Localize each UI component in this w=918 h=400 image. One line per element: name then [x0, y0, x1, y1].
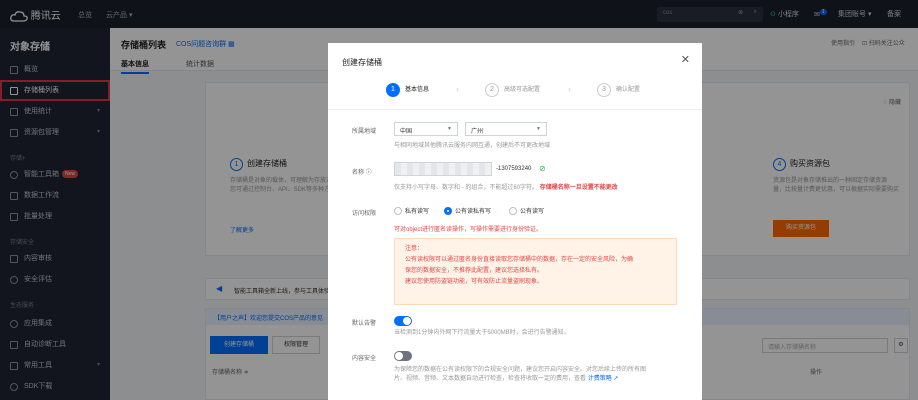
region-hint: 与相同地域其他腾讯云服务内网互通，创建后不可更改地域 [394, 143, 551, 149]
radio-public-read[interactable]: 公有读私有写 [444, 206, 491, 216]
radio-button [394, 207, 402, 216]
chevron-down-icon: ▼ [536, 126, 541, 132]
check-circle-icon: ⊘ [539, 164, 546, 173]
content-safety-toggle[interactable] [394, 351, 412, 361]
create-bucket-dialog: 创建存储桶 ✕ 1 基本信息 › 2 高级可选配置 › 3 确认配置 所属地域 … [328, 43, 702, 400]
name-label: 名称 ⓘ [352, 170, 372, 176]
pricing-link[interactable]: 计费策略 ↗ [588, 376, 619, 382]
chevron-right-icon: › [568, 84, 571, 94]
region-label: 所属地域 [352, 129, 377, 135]
external-link-icon: ↗ [613, 376, 619, 382]
divider [328, 109, 702, 110]
close-icon[interactable]: ✕ [681, 55, 690, 66]
bucket-name-input[interactable] [394, 162, 492, 176]
alarm-label: 默认告警 [352, 321, 377, 327]
alarm-hint: 当检测到1分钟内外网下行流量大于5000MB时，会进行告警通知。 [394, 330, 570, 336]
chevron-down-icon: ▼ [447, 126, 452, 132]
access-warning: 可对object进行匿名读操作，写操作需要进行身份验证。 [394, 227, 543, 233]
alarm-toggle[interactable] [394, 316, 412, 326]
chevron-right-icon: › [456, 84, 459, 94]
region-select[interactable]: 中国 ▼ [394, 122, 458, 136]
radio-private[interactable]: 私有读写 [394, 206, 429, 216]
access-label: 访问权限 [352, 211, 377, 217]
appid-suffix: -1307593240 [496, 166, 532, 172]
info-icon[interactable]: ⓘ [366, 170, 372, 176]
security-notice: 注意： 公有读权限可以通过匿名身份直接读取您存储桶中的数据，存在一定的安全风险，… [394, 238, 677, 305]
radio-button [509, 207, 517, 216]
name-hint: 仅支持小写字母、数字和 - 的组合，不能超过60字符。 [394, 185, 539, 191]
dialog-title: 创建存储桶 [342, 58, 382, 67]
radio-public-read-write[interactable]: 公有读写 [509, 206, 544, 216]
name-warning: 存储桶名称一旦设置不能更改 [539, 185, 618, 191]
city-select[interactable]: 广州 ▼ [465, 122, 547, 136]
radio-button [444, 207, 452, 216]
content-safety-label: 内容安全 [352, 356, 377, 362]
